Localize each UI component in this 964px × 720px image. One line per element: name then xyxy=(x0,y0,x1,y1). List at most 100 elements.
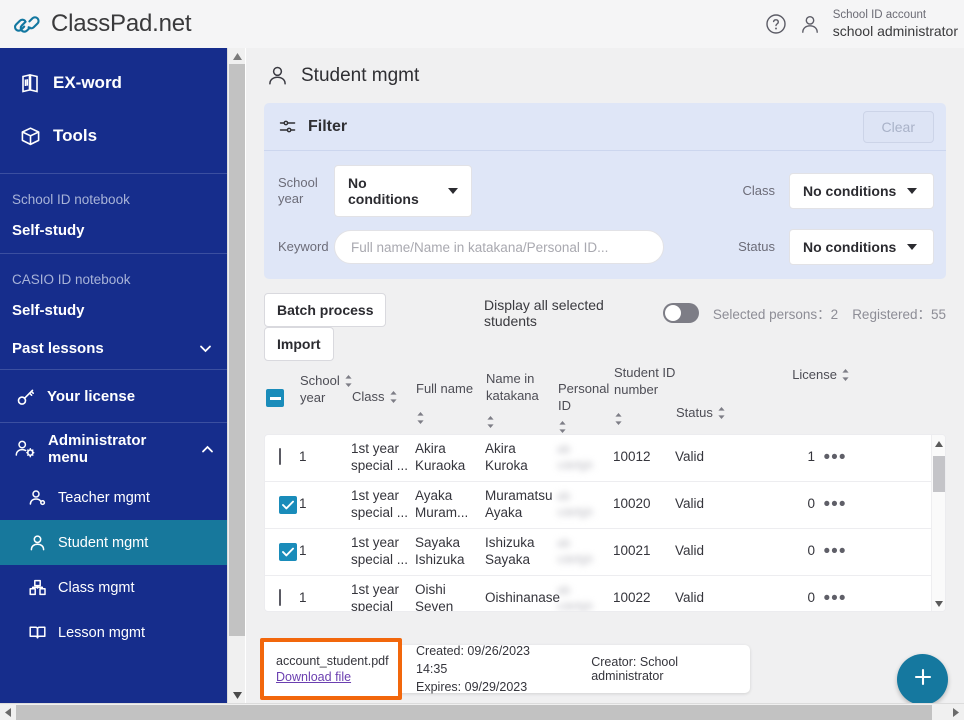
class-icon xyxy=(28,578,47,597)
sidebar-item-label: Your license xyxy=(47,387,136,405)
sidebar-scrollbar[interactable] xyxy=(227,48,245,703)
sidebar-item-administrator-menu[interactable]: Administrator menu xyxy=(0,423,227,475)
help-circle-icon[interactable] xyxy=(765,13,787,35)
scroll-left-arrow-icon[interactable] xyxy=(0,704,16,720)
horizontal-scrollbar-thumb[interactable] xyxy=(16,705,932,720)
keyword-input[interactable] xyxy=(334,230,664,264)
keyword-label: Keyword xyxy=(278,238,329,254)
chevron-up-icon xyxy=(200,442,215,457)
file-creator: Creator: School administrator xyxy=(591,655,679,683)
table-row[interactable]: 1 1st year special ... Sayaka Ishizuka I… xyxy=(265,529,945,576)
horizontal-scrollbar[interactable] xyxy=(0,703,964,720)
kebab-menu-icon[interactable]: ••• xyxy=(815,589,855,609)
header-personal-id[interactable]: Personal ID xyxy=(558,365,614,434)
sidebar-item-self-study-school[interactable]: Self-study xyxy=(0,215,227,253)
scroll-down-arrow-icon[interactable] xyxy=(228,687,246,703)
kebab-menu-icon[interactable]: ••• xyxy=(815,448,855,468)
main-right-edge xyxy=(956,48,964,703)
user-icon xyxy=(266,64,289,87)
header-student-id-number[interactable]: Student ID number xyxy=(614,365,676,434)
header-label: Status xyxy=(676,405,713,420)
cell-school-year: 1 xyxy=(299,543,307,559)
sidebar-item-tools[interactable]: Tools xyxy=(0,109,227,162)
table-scrollbar-thumb[interactable] xyxy=(933,455,945,492)
sidebar-item-label: Administrator menu xyxy=(48,432,147,466)
cell-full-name: Ayaka Muram... xyxy=(415,487,469,520)
scroll-up-arrow-icon[interactable] xyxy=(932,437,945,451)
sidebar-item-ex-word[interactable]: EX-word xyxy=(0,56,227,109)
kebab-menu-icon[interactable]: ••• xyxy=(815,495,855,515)
student-icon xyxy=(28,533,47,552)
select-all-checkbox[interactable] xyxy=(266,389,284,407)
row-checkbox[interactable] xyxy=(279,542,297,561)
brand-name: ClassPad.net xyxy=(51,10,192,37)
sidebar-item-label: Teacher mgmt xyxy=(58,489,150,506)
header-school-year[interactable]: School year xyxy=(300,365,352,434)
selected-persons-count: Selected persons：2 xyxy=(712,307,839,322)
file-download-highlight[interactable]: account_student.pdf Download file xyxy=(260,638,402,700)
user-avatar-icon[interactable] xyxy=(799,13,821,35)
scroll-right-arrow-icon[interactable] xyxy=(948,704,964,720)
table-row[interactable]: 1 1st year special ... Akira Kuraoka Aki… xyxy=(265,435,945,482)
header-full-name[interactable]: Full name xyxy=(416,365,486,434)
row-checkbox[interactable] xyxy=(279,448,281,466)
header-label: Student ID number xyxy=(614,365,676,397)
sidebar-item-class-mgmt[interactable]: Class mgmt xyxy=(0,565,227,610)
sidebar-item-student-mgmt[interactable]: Student mgmt xyxy=(0,520,227,565)
cell-student-id: 10022 xyxy=(613,590,651,606)
cell-class: 1st year special ... xyxy=(351,440,409,473)
filter-row-2: Keyword Status No conditions xyxy=(278,229,934,265)
class-select[interactable]: No conditions xyxy=(789,173,934,209)
cell-license: 0 xyxy=(807,590,815,606)
sidebar-item-label: Class mgmt xyxy=(58,579,135,596)
row-checkbox[interactable] xyxy=(279,589,281,607)
add-student-fab[interactable] xyxy=(897,654,948,705)
school-year-select[interactable]: No conditions xyxy=(334,165,472,217)
header-license[interactable]: License xyxy=(754,365,850,434)
sidebar-item-self-study-casio[interactable]: Self-study xyxy=(0,295,227,333)
cell-license: 0 xyxy=(807,496,815,512)
sidebar-item-lesson-mgmt[interactable]: Lesson mgmt xyxy=(0,610,227,655)
sidebar-item-past-lessons[interactable]: Past lessons xyxy=(0,333,227,369)
sidebar-scrollbar-thumb[interactable] xyxy=(229,64,245,636)
file-created: Created: 09/26/2023 14:35 xyxy=(416,643,530,676)
display-all-label: Display all selected students xyxy=(484,297,604,329)
cell-full-name: Sayaka Ishizuka xyxy=(415,534,465,567)
scroll-down-arrow-icon[interactable] xyxy=(932,597,945,611)
sidebar-group-school-id: School ID notebook xyxy=(12,192,130,207)
table-scrollbar[interactable] xyxy=(931,434,945,611)
filter-header: Filter Clear xyxy=(264,103,946,151)
scroll-up-arrow-icon[interactable] xyxy=(228,48,246,64)
brand-logo[interactable]: ClassPad.net xyxy=(0,9,192,39)
header-class[interactable]: Class xyxy=(352,365,416,434)
clear-button[interactable]: Clear xyxy=(862,110,934,143)
filter-fields: School year No conditions Class No condi… xyxy=(264,151,946,265)
status-select[interactable]: No conditions xyxy=(789,229,934,265)
filter-panel: Filter Clear School year No conditions C… xyxy=(264,103,946,279)
sort-icon xyxy=(558,420,567,434)
batch-process-button[interactable]: Batch process xyxy=(264,293,387,327)
table-row[interactable]: 1 1st year special Oishi Seven Oishinana… xyxy=(265,576,945,611)
download-file-link[interactable]: Download file xyxy=(276,670,398,684)
registered-count: Registered：55 xyxy=(852,307,946,322)
import-button[interactable]: Import xyxy=(264,327,334,361)
file-expires: Expires: 09/29/2023 xyxy=(416,680,528,695)
row-checkbox[interactable] xyxy=(279,495,297,514)
file-name: account_student.pdf xyxy=(276,654,389,668)
book-icon xyxy=(20,73,39,93)
account-name: school administrator xyxy=(832,22,958,39)
filter-sliders-icon xyxy=(278,117,297,136)
kebab-menu-icon[interactable]: ••• xyxy=(815,542,855,562)
header-name-in-katakana[interactable]: Name in katakana xyxy=(486,365,558,434)
chevron-down-icon xyxy=(907,188,918,194)
book-open-icon xyxy=(28,623,47,642)
key-icon xyxy=(16,387,35,406)
display-all-toggle[interactable] xyxy=(662,303,699,323)
sidebar-item-your-license[interactable]: Your license xyxy=(0,370,227,422)
account-info[interactable]: School ID account school administrator xyxy=(833,9,958,38)
sort-icon xyxy=(614,412,623,426)
header-status[interactable]: Status xyxy=(676,365,754,434)
plus-icon xyxy=(912,666,934,693)
sidebar-item-teacher-mgmt[interactable]: Teacher mgmt xyxy=(0,475,227,520)
table-row[interactable]: 1 1st year special ... Ayaka Muram... Mu… xyxy=(265,482,945,529)
